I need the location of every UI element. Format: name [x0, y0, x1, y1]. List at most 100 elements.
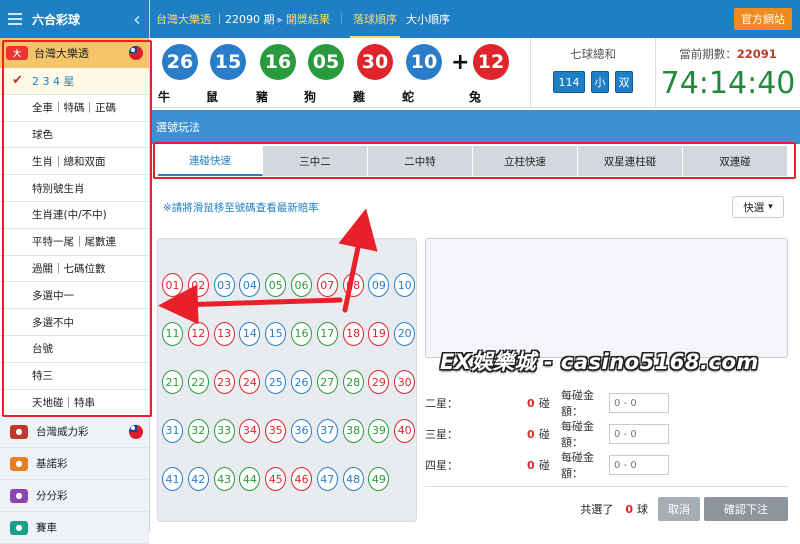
tab-pillar-quick[interactable]: 立柱快速 — [473, 146, 578, 176]
number-ball[interactable]: 14 — [239, 321, 261, 346]
number-ball[interactable]: 44 — [239, 467, 261, 491]
lottery-row[interactable]: ● 基諾彩 — [0, 448, 149, 481]
number-ball[interactable]: 34 — [239, 418, 261, 443]
number-ball[interactable]: 25 — [265, 370, 287, 394]
number-ball[interactable]: 27 — [316, 370, 338, 394]
confirm-bet-button[interactable]: 確認下注 — [704, 497, 788, 521]
sidebar-item[interactable]: 天地碰｜特串 — [0, 389, 149, 417]
sidebar-item[interactable]: 台號 — [0, 335, 149, 363]
tab-double-link[interactable]: 双連碰 — [683, 146, 788, 176]
number-ball[interactable]: 18 — [342, 321, 364, 346]
results-link[interactable]: 開獎結果 — [286, 11, 330, 27]
number-ball[interactable]: 05 — [265, 273, 287, 297]
tab-three-two[interactable]: 三中二 — [263, 146, 368, 176]
amount-input[interactable] — [609, 455, 669, 475]
number-ball[interactable]: 48 — [342, 467, 364, 491]
number-ball[interactable]: 31 — [162, 418, 183, 443]
cancel-button[interactable]: 取消 — [658, 497, 700, 521]
number-ball[interactable]: 30 — [394, 370, 416, 394]
number-ball[interactable]: 04 — [239, 273, 261, 297]
number-ball[interactable]: 02 — [187, 273, 209, 297]
quick-select-dropdown[interactable]: 快選 ▾ — [732, 196, 784, 218]
sidebar-item[interactable]: 生肖連(中/不中) — [0, 201, 149, 229]
number-ball[interactable]: 28 — [342, 370, 364, 394]
number-ball[interactable]: 16 — [291, 321, 312, 346]
sidebar-item[interactable]: 特別號生肖 — [0, 175, 149, 202]
number-ball[interactable]: 35 — [265, 418, 287, 443]
sidebar-item[interactable]: 球色 — [0, 121, 149, 149]
active-lottery[interactable]: 大 台灣大樂透 — [0, 38, 149, 68]
tab-two-special[interactable]: 二中特 — [368, 146, 473, 176]
sidebar-item[interactable]: 生肖｜總和双面 — [0, 148, 149, 176]
number-ball[interactable]: 46 — [291, 467, 312, 491]
number-ball[interactable]: 03 — [213, 273, 235, 297]
sidebar-item-label: 平特一尾｜尾數連 — [32, 236, 116, 249]
number-ball[interactable]: 32 — [187, 418, 209, 443]
number-ball[interactable]: 39 — [368, 418, 390, 443]
sidebar-item-234-star[interactable]: ✔ 2 3 4 星 — [0, 68, 149, 95]
number-ball[interactable]: 42 — [187, 467, 209, 491]
number-ball[interactable]: 10 — [394, 273, 416, 297]
number-ball[interactable]: 17 — [316, 321, 338, 346]
number-ball[interactable]: 19 — [368, 321, 390, 346]
number-ball[interactable]: 23 — [213, 370, 235, 394]
draw-ball: 05 — [308, 44, 344, 80]
official-site-button[interactable]: 官方網站 — [734, 8, 792, 30]
number-ball[interactable]: 36 — [291, 418, 312, 443]
play-title: 選號玩法 — [156, 121, 200, 134]
number-ball[interactable]: 45 — [265, 467, 287, 491]
number-ball[interactable]: 21 — [162, 370, 183, 394]
number-ball[interactable]: 12 — [187, 321, 209, 346]
check-icon: ✔ — [12, 73, 23, 89]
number-ball[interactable]: 37 — [316, 418, 338, 443]
number-ball[interactable]: 40 — [394, 418, 416, 443]
number-ball[interactable]: 08 — [342, 273, 364, 297]
number-ball[interactable]: 33 — [213, 418, 235, 443]
sidebar-item[interactable]: 特三 — [0, 362, 149, 390]
tab-double-star-pillar[interactable]: 双星連柱碰 — [578, 146, 683, 176]
countdown-timer: 74:14:40 — [660, 66, 796, 101]
lottery-row[interactable]: ● 台灣威力彩 — [0, 416, 149, 449]
number-ball[interactable]: 49 — [368, 467, 390, 491]
number-ball[interactable]: 41 — [162, 467, 183, 491]
draw-balls: 26 牛 15 鼠 16 豬 05 狗 30 雞 10 蛇 + 12 兔 — [150, 38, 530, 107]
hit-unit: 碰 — [539, 428, 550, 441]
number-ball[interactable]: 06 — [291, 273, 312, 297]
breadcrumb-lottery[interactable]: 台灣大樂透 — [156, 11, 211, 27]
number-ball[interactable]: 15 — [265, 321, 287, 346]
sidebar-item[interactable]: 平特一尾｜尾數連 — [0, 228, 149, 256]
sidebar-menu: ✔ 2 3 4 星 全車｜特碼｜正碼 球色 生肖｜總和双面 特別號生肖 生肖連(中… — [0, 68, 149, 417]
lottery-row[interactable]: ● 賽車 — [0, 512, 149, 544]
sidebar-item[interactable]: 過關｜七碼位數 — [0, 255, 149, 283]
sidebar-item-label: 球色 — [32, 128, 53, 141]
menu-icon[interactable] — [8, 13, 22, 25]
number-ball[interactable]: 07 — [316, 273, 338, 297]
number-ball[interactable]: 43 — [213, 467, 235, 491]
tab-quick-link[interactable]: 連碰快速 — [158, 146, 263, 176]
number-ball[interactable]: 09 — [368, 273, 390, 297]
number-ball[interactable]: 29 — [368, 370, 390, 394]
tab-size-order[interactable]: 大小順序 — [406, 11, 450, 27]
tab-drop-order[interactable]: 落球順序 — [350, 1, 401, 38]
amount-input[interactable] — [609, 393, 669, 413]
number-ball[interactable]: 38 — [342, 418, 364, 443]
draw-ball: 26 — [162, 44, 198, 80]
number-ball[interactable]: 01 — [162, 273, 183, 297]
sidebar-item[interactable]: 全車｜特碼｜正碼 — [0, 94, 149, 122]
amount-input[interactable] — [609, 424, 669, 444]
number-ball[interactable]: 22 — [187, 370, 209, 394]
hit-count: 0 — [527, 427, 535, 441]
lottery-row[interactable]: ● 分分彩 — [0, 480, 149, 513]
number-ball[interactable]: 13 — [213, 321, 235, 346]
sidebar-item[interactable]: 多選中一 — [0, 282, 149, 310]
zodiac-label: 鼠 — [206, 90, 219, 104]
chevron-left-icon[interactable]: ‹ — [133, 9, 141, 29]
number-ball[interactable]: 11 — [162, 321, 183, 346]
sidebar-item[interactable]: 多選不中 — [0, 309, 149, 336]
sidebar-item-label: 全車｜特碼｜正碼 — [32, 102, 116, 115]
number-ball[interactable]: 20 — [394, 321, 416, 346]
number-ball[interactable]: 24 — [239, 370, 261, 394]
amount-label: 每碰金額： — [561, 389, 594, 418]
number-ball[interactable]: 26 — [291, 370, 312, 394]
number-ball[interactable]: 47 — [316, 467, 338, 491]
